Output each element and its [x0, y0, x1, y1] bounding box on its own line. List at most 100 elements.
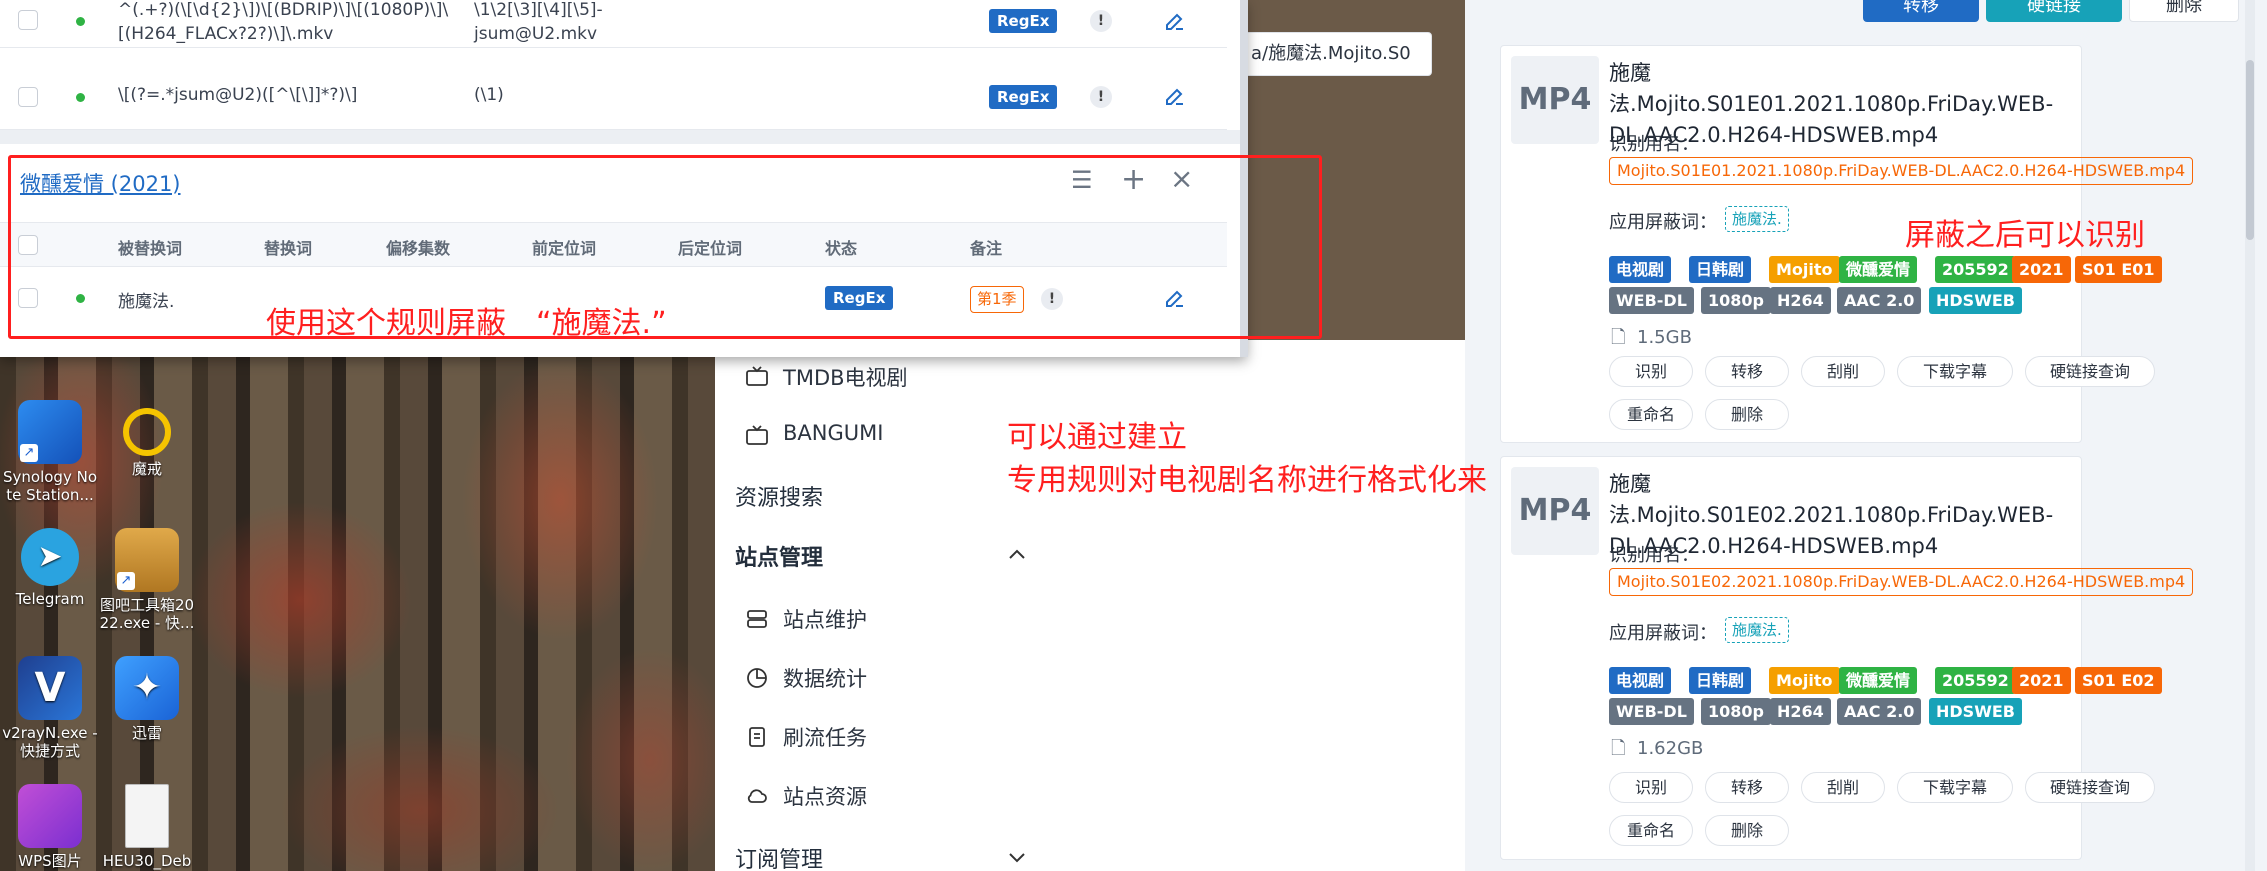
recog-label: 识别用名：	[1609, 545, 1699, 566]
edit-icon[interactable]	[1163, 9, 1187, 33]
file-type-icon: MP4	[1511, 467, 1599, 555]
sidebar-item-bangumi[interactable]: BANGUMI	[783, 421, 883, 445]
divider	[0, 130, 1240, 144]
delete-button[interactable]: 删除	[2129, 0, 2239, 22]
scrape-button[interactable]: 刮削	[1801, 772, 1885, 803]
table-row: \[(?=.*jsum@U2)([^\[\]]*?)\] (\1) RegEx …	[0, 60, 1227, 130]
download-subtitle-button[interactable]: 下载字幕	[1897, 772, 2013, 803]
server-icon	[747, 610, 767, 628]
rename-button[interactable]: 重命名	[1609, 399, 1693, 430]
desktop-icon-heu[interactable]: HEU30_Deb	[97, 784, 197, 870]
v2ray-icon: V	[18, 656, 82, 720]
scrape-button[interactable]: 刮削	[1801, 356, 1885, 387]
desktop-icon-label: Synology No	[3, 468, 97, 486]
tag: 1080p	[1701, 698, 1771, 725]
replacement-line: \1\2[\3][\4][\5]-	[474, 0, 603, 20]
regex-badge: RegEx	[989, 85, 1058, 109]
sidebar-item-statistics[interactable]: 数据统计	[783, 663, 867, 693]
tag: S01 E02	[2075, 667, 2162, 694]
desktop-icon-label: Telegram	[15, 590, 85, 608]
desktop-icon-label: 图吧工具箱20	[99, 596, 195, 614]
tag: 1080p	[1701, 287, 1771, 314]
desktop-icon-label: 魔戒	[131, 460, 162, 478]
tag: 2021	[2012, 256, 2071, 283]
file-card: MP4 施魔法. Mojito.S01E02.2021.1080p.FriDay.…	[1500, 456, 2194, 860]
tv-icon	[746, 425, 768, 445]
sidebar-item-tmdb-tv[interactable]: TMDB电视剧	[783, 362, 908, 392]
desktop-icon-label: HEU30_Deb	[102, 852, 192, 870]
tag: WEB-DL	[1609, 698, 1694, 725]
tag: H264	[1770, 698, 1831, 725]
tag: 205592	[1935, 667, 2016, 694]
desktop-icon-mojie[interactable]: 魔戒	[97, 400, 197, 478]
desktop-icon-tuba-toolbox[interactable]: ↗ 图吧工具箱20 22.exe - 快...	[97, 528, 197, 632]
desktop-icon-label: WPS图片	[18, 852, 82, 870]
shield-label: 应用屏蔽词：	[1609, 212, 1717, 233]
path-input[interactable]: a/施魔法.Mojito.S0	[1240, 32, 1432, 76]
rule-pattern: \[(?=.*jsum@U2)([^\[\]]*?)\]	[118, 85, 358, 105]
sidebar-item-subscription[interactable]: 订阅管理	[735, 842, 823, 871]
desktop-icon-v2rayn[interactable]: V v2rayN.exe - 快捷方式	[0, 656, 100, 760]
desktop-icon-telegram[interactable]: ➤ Telegram	[0, 528, 100, 608]
tag: 微醺爱情	[1839, 667, 1918, 694]
recog-name-badge: Mojito.S01E02.2021.1080p.FriDay.WEB-DL.A…	[1609, 568, 2194, 596]
file-icon	[125, 784, 169, 848]
delete-file-button[interactable]: 删除	[1705, 399, 1789, 430]
desktop-icon-xunlei[interactable]: ✦ 迅雷	[97, 656, 197, 742]
clipboard-icon	[749, 727, 765, 747]
regex-badge: RegEx	[989, 9, 1058, 33]
delete-file-button[interactable]: 删除	[1705, 815, 1789, 846]
row-checkbox[interactable]	[18, 10, 38, 30]
row-checkbox[interactable]	[18, 87, 38, 107]
tag: H264	[1770, 287, 1831, 314]
annotation-format-note-2: 专用规则对电视剧名称进行格式化来	[1007, 463, 1487, 498]
desktop-icon-wps-image[interactable]: WPS图片	[0, 784, 100, 870]
edit-icon[interactable]	[1163, 84, 1187, 108]
rule-pattern: ^(.+?)(\[\d{2}\])\[(BDRIP)\]\[(1080P)\]\…	[118, 0, 448, 46]
sidebar-item-site-maintenance[interactable]: 站点维护	[783, 604, 867, 634]
chevron-down-icon[interactable]	[1005, 845, 1029, 869]
scrollbar-thumb[interactable]	[2246, 60, 2254, 240]
hardlink-query-button[interactable]: 硬链接查询	[2025, 772, 2155, 803]
tag: 电视剧	[1609, 256, 1672, 283]
status-dot	[76, 17, 85, 26]
sidebar-item-site-resources[interactable]: 站点资源	[783, 781, 867, 811]
status-dot	[76, 93, 85, 102]
download-subtitle-button[interactable]: 下载字幕	[1897, 356, 2013, 387]
note-app-icon: ↗	[18, 400, 82, 464]
desktop-icon-label: 22.exe - 快...	[99, 614, 195, 632]
file-type-icon: MP4	[1511, 56, 1599, 144]
tag: S01 E01	[2075, 256, 2162, 283]
transfer-file-button[interactable]: 转移	[1705, 356, 1789, 387]
desktop-icon-synology-note[interactable]: ↗ Synology No te Station...	[0, 400, 100, 504]
sidebar-item-resource-search[interactable]: 资源搜索	[735, 480, 823, 512]
file-size: 1.5GB	[1637, 327, 1692, 348]
info-icon[interactable]: !	[1090, 10, 1112, 32]
transfer-file-button[interactable]: 转移	[1705, 772, 1789, 803]
transfer-button[interactable]: 转移	[1863, 0, 1979, 22]
sidebar-item-site-management[interactable]: 站点管理	[735, 540, 823, 572]
desktop-icon-label: te Station...	[6, 486, 94, 504]
telegram-icon: ➤	[21, 528, 79, 586]
pie-chart-icon	[747, 668, 767, 688]
info-icon[interactable]: !	[1090, 86, 1112, 108]
shield-word-badge: 施魔法.	[1725, 206, 1789, 232]
hardlink-button[interactable]: 硬链接	[1986, 0, 2122, 22]
tag: WEB-DL	[1609, 287, 1694, 314]
tv-icon	[746, 366, 768, 386]
tag: 2021	[2012, 667, 2071, 694]
tag: 日韩剧	[1689, 667, 1752, 694]
recognize-button[interactable]: 识别	[1609, 356, 1693, 387]
chevron-up-icon[interactable]	[1005, 543, 1029, 567]
recognize-button[interactable]: 识别	[1609, 772, 1693, 803]
shield-word-badge: 施魔法.	[1725, 617, 1789, 643]
table-row: ^(.+?)(\[\d{2}\])\[(BDRIP)\]\[(1080P)\]\…	[0, 0, 1227, 48]
desktop-icon-label: 快捷方式	[19, 742, 80, 760]
rename-button[interactable]: 重命名	[1609, 815, 1693, 846]
tag: HDSWEB	[1929, 287, 2022, 314]
sidebar-item-brush-tasks[interactable]: 刷流任务	[783, 722, 867, 752]
recog-label: 识别用名：	[1609, 134, 1699, 155]
cloud-icon	[747, 789, 767, 803]
hardlink-query-button[interactable]: 硬链接查询	[2025, 356, 2155, 387]
annotation-rule-note: 使用这个规则屏蔽 “施魔法.”	[266, 306, 667, 341]
